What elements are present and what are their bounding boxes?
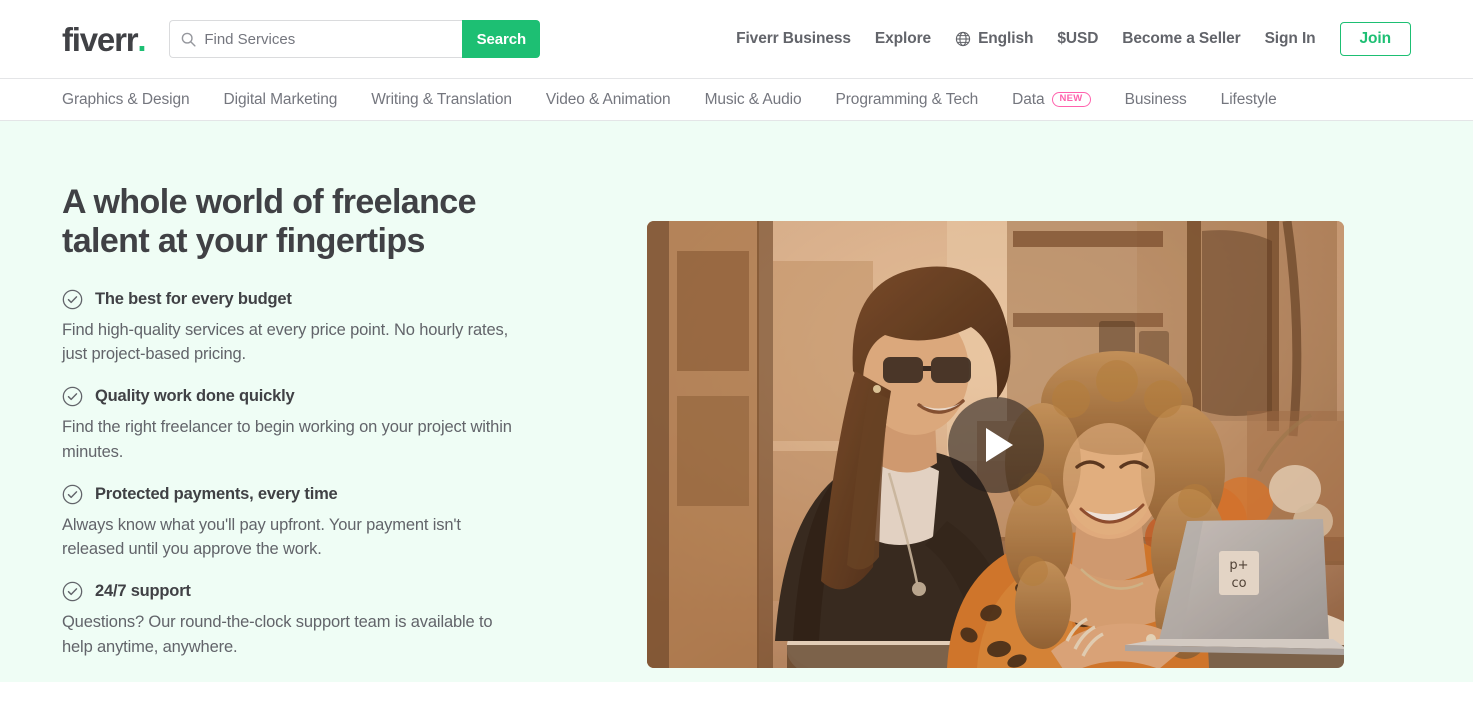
category-label: Digital Marketing	[223, 90, 338, 108]
category-writing-translation[interactable]: Writing & Translation	[371, 91, 512, 109]
join-button[interactable]: Join	[1339, 22, 1411, 56]
check-circle-icon	[62, 387, 83, 407]
feature-title: The best for every budget	[95, 289, 292, 308]
category-music-audio[interactable]: Music & Audio	[705, 91, 802, 109]
feature-item: Quality work done quickly Find the right…	[62, 386, 647, 464]
nav-language-label: English	[978, 30, 1034, 47]
category-lifestyle[interactable]: Lifestyle	[1221, 91, 1277, 109]
nav-become-a-seller[interactable]: Become a Seller	[1122, 30, 1240, 48]
category-label: Business	[1124, 90, 1187, 108]
feature-description: Questions? Our round-the-clock support t…	[62, 613, 493, 656]
feature-title: Quality work done quickly	[95, 387, 295, 406]
nav-language-selector[interactable]: English	[955, 30, 1033, 48]
hero-media: p+ co	[647, 121, 1411, 682]
category-label: Writing & Translation	[371, 90, 512, 108]
category-data[interactable]: Data NEW	[1012, 90, 1091, 109]
category-digital-marketing[interactable]: Digital Marketing	[224, 91, 338, 109]
top-header: fiverr. Search Fiverr Business Explore E…	[0, 0, 1473, 79]
feature-title: 24/7 support	[95, 582, 191, 601]
nav-fiverr-business[interactable]: Fiverr Business	[736, 30, 851, 48]
category-label: Lifestyle	[1220, 90, 1277, 108]
category-business[interactable]: Business	[1125, 91, 1187, 109]
feature-heading: Protected payments, every time	[62, 484, 647, 505]
category-programming-tech[interactable]: Programming & Tech	[836, 91, 979, 109]
nav-explore[interactable]: Explore	[875, 30, 931, 48]
category-nav: Graphics & Design Digital Marketing Writ…	[0, 79, 1473, 121]
search-input[interactable]	[204, 30, 453, 48]
nav-sign-in[interactable]: Sign In	[1265, 30, 1316, 48]
logo-dot: .	[137, 20, 146, 58]
search-bar: Search	[169, 20, 541, 58]
check-circle-icon	[62, 289, 83, 310]
check-circle-icon	[62, 484, 83, 505]
feature-description: Find high-quality services at every pric…	[62, 320, 509, 364]
logo-text: fiverr	[62, 20, 139, 58]
feature-heading: 24/7 support	[62, 581, 647, 602]
category-label: Music & Audio	[704, 90, 802, 108]
category-label: Video & Animation	[545, 90, 671, 108]
feature-item: The best for every budget Find high-qual…	[62, 289, 647, 367]
header-nav: Fiverr Business Explore English $USD Bec…	[736, 22, 1411, 56]
promo-video-thumbnail[interactable]: p+ co	[647, 221, 1344, 668]
page-title: A whole world of freelance talent at you…	[62, 183, 476, 261]
category-label: Programming & Tech	[835, 90, 979, 108]
feature-description: Find the right freelancer to begin worki…	[62, 418, 512, 461]
search-icon	[182, 32, 196, 47]
feature-title: Protected payments, every time	[95, 484, 338, 503]
fiverr-logo[interactable]: fiverr.	[62, 20, 147, 58]
feature-item: Protected payments, every time Always kn…	[62, 484, 647, 562]
play-icon	[986, 427, 1013, 462]
feature-item: 24/7 support Questions? Our round-the-cl…	[62, 581, 647, 659]
globe-icon	[955, 31, 971, 47]
hero-section: A whole world of freelance talent at you…	[0, 121, 1473, 682]
feature-heading: Quality work done quickly	[62, 386, 647, 407]
hero-content: A whole world of freelance talent at you…	[62, 121, 647, 682]
play-button[interactable]	[947, 396, 1044, 493]
category-label: Graphics & Design	[62, 90, 190, 108]
category-graphics-design[interactable]: Graphics & Design	[62, 91, 190, 109]
feature-heading: The best for every budget	[62, 289, 647, 310]
category-label: Data	[1012, 90, 1045, 108]
search-button[interactable]: Search	[462, 20, 541, 58]
nav-currency[interactable]: $USD	[1057, 30, 1098, 48]
category-video-animation[interactable]: Video & Animation	[546, 91, 671, 109]
feature-description: Always know what you'll pay upfront. You…	[62, 515, 461, 559]
check-circle-icon	[62, 582, 83, 602]
search-field[interactable]	[169, 20, 463, 58]
new-badge: NEW	[1051, 91, 1091, 108]
